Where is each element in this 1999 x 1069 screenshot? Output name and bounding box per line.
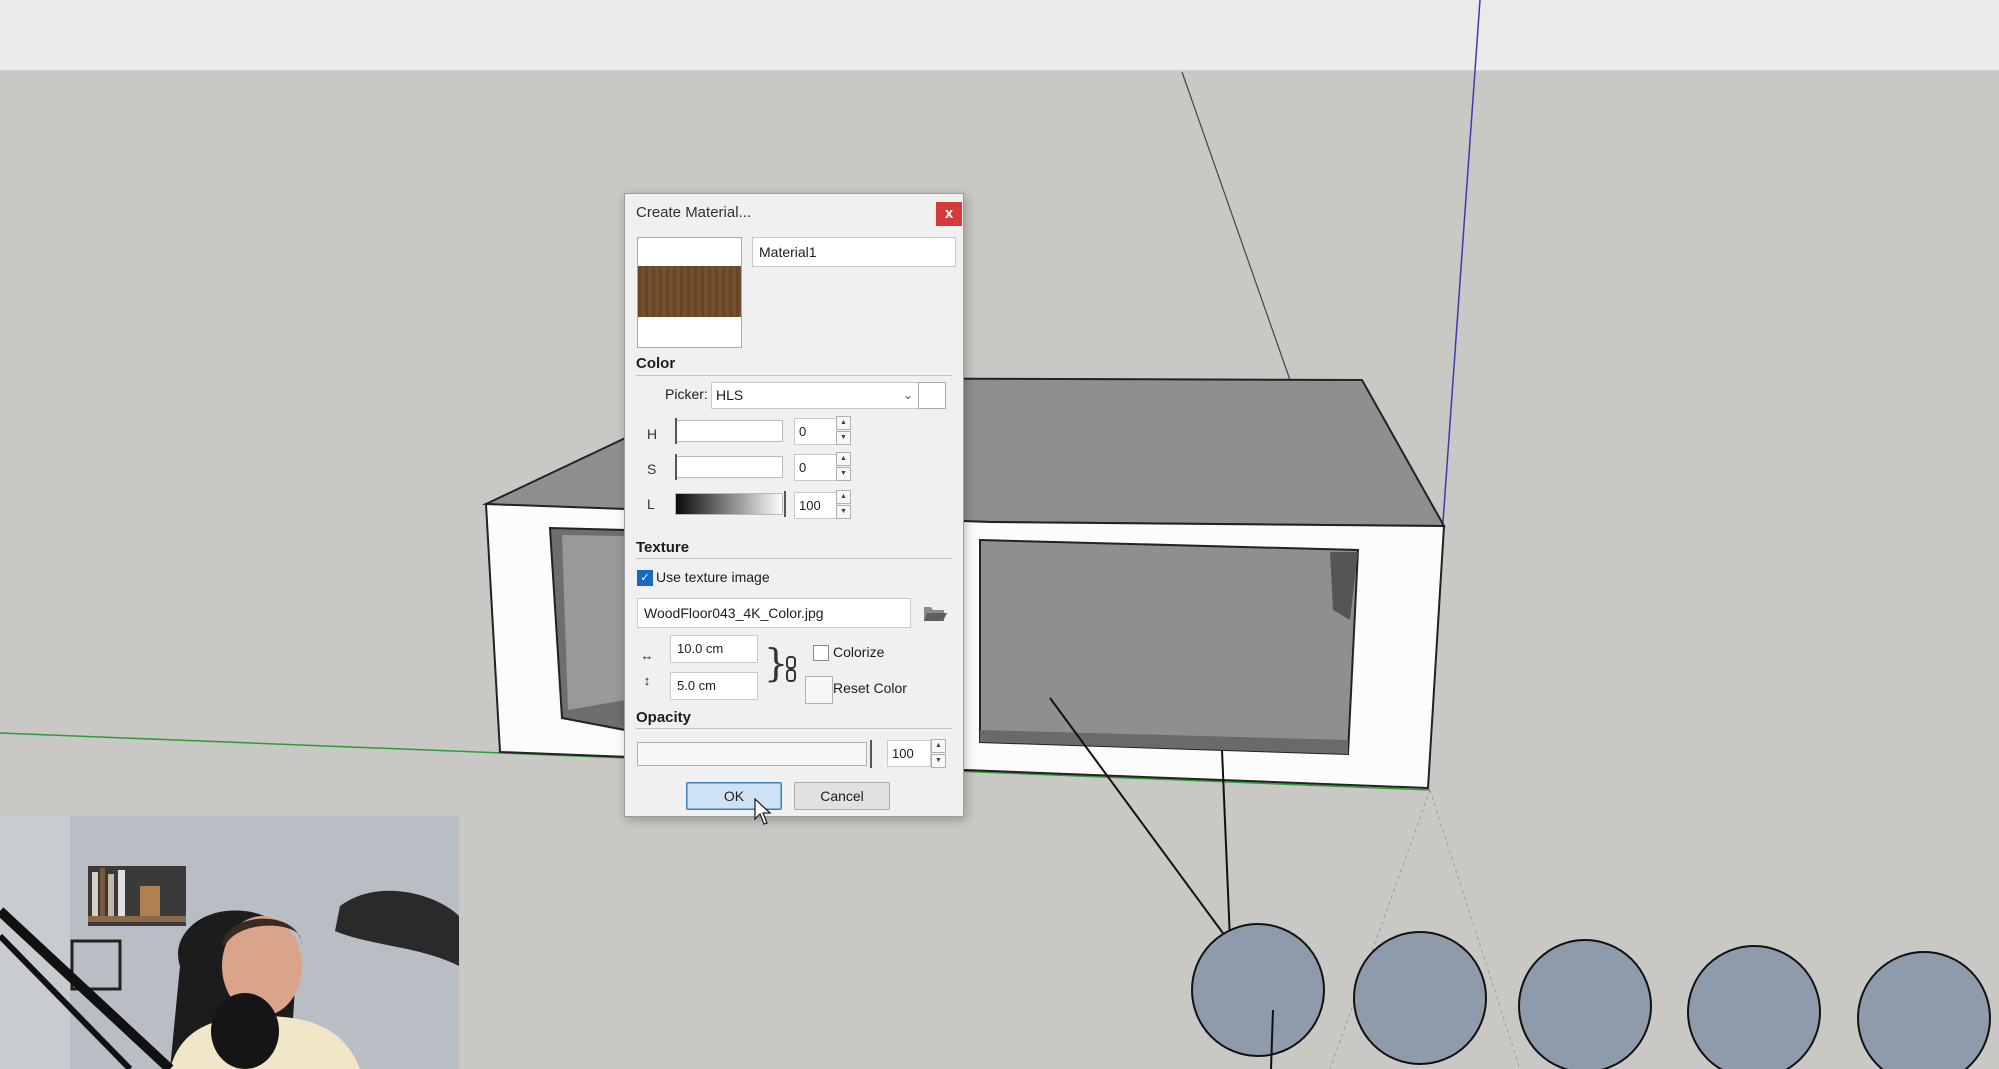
height-arrows-icon: ↕ xyxy=(643,673,651,688)
sphere-1 xyxy=(1191,923,1325,1057)
reset-color-swatch[interactable] xyxy=(805,676,833,704)
h-label: H xyxy=(647,426,658,442)
spin-down-icon[interactable]: ▼ xyxy=(836,467,851,481)
sphere-3 xyxy=(1518,939,1652,1069)
spin-down-icon[interactable]: ▼ xyxy=(931,754,946,768)
colorize-label: Colorize xyxy=(833,644,885,660)
lightness-spinner[interactable]: ▲ ▼ xyxy=(836,490,851,519)
opacity-section-label: Opacity xyxy=(636,709,692,726)
close-button[interactable]: x xyxy=(936,202,962,226)
saturation-input[interactable]: 0 xyxy=(794,454,838,481)
dialog-title: Create Material... xyxy=(636,204,752,221)
picker-select[interactable]: HLS ⌄ xyxy=(711,382,920,409)
saturation-slider[interactable] xyxy=(675,454,783,480)
slider-thumb[interactable] xyxy=(675,454,677,480)
texture-section-label: Texture xyxy=(636,539,690,556)
webcam-scene xyxy=(0,816,459,1069)
texture-divider xyxy=(636,558,952,559)
slider-thumb[interactable] xyxy=(784,491,786,517)
chevron-down-icon: ⌄ xyxy=(902,388,913,402)
right-opening xyxy=(979,538,1360,756)
color-section-label: Color xyxy=(636,355,676,372)
picker-value: HLS xyxy=(716,387,744,403)
saturation-spinner[interactable]: ▲ ▼ xyxy=(836,452,851,481)
webcam-overlay xyxy=(0,816,459,1069)
width-arrows-icon: ↔ xyxy=(640,648,654,663)
left-opening-inner xyxy=(562,535,625,710)
hue-slider[interactable] xyxy=(675,418,783,444)
create-material-dialog: Create Material... x Material1 Color Pic… xyxy=(624,193,964,817)
hue-spinner[interactable]: ▲ ▼ xyxy=(836,416,851,445)
use-texture-checkbox[interactable]: ✓ xyxy=(637,570,653,586)
opacity-spinner[interactable]: ▲ ▼ xyxy=(931,739,946,768)
opacity-divider xyxy=(636,728,952,729)
use-texture-label: Use texture image xyxy=(656,569,770,585)
s-label: S xyxy=(647,461,657,477)
sphere-4 xyxy=(1687,945,1821,1069)
material-preview xyxy=(637,237,742,348)
spin-down-icon[interactable]: ▼ xyxy=(836,431,851,445)
mouse-cursor-icon xyxy=(754,798,772,825)
slider-thumb[interactable] xyxy=(675,418,677,444)
lightness-slider[interactable] xyxy=(675,491,786,517)
reset-color-label[interactable]: Reset Color xyxy=(833,680,907,696)
sphere-5 xyxy=(1857,951,1991,1069)
picker-label: Picker: xyxy=(665,386,708,402)
colorize-checkbox[interactable] xyxy=(813,645,829,661)
cancel-button[interactable]: Cancel xyxy=(794,782,890,810)
spin-up-icon[interactable]: ▲ xyxy=(836,452,851,466)
opacity-slider[interactable] xyxy=(637,740,872,768)
color-divider xyxy=(636,375,952,376)
chain-lock-icon[interactable] xyxy=(785,656,797,682)
sphere-2 xyxy=(1353,931,1487,1065)
hue-input[interactable]: 0 xyxy=(794,418,838,445)
texture-swatch xyxy=(638,266,741,317)
spin-up-icon[interactable]: ▲ xyxy=(836,490,851,504)
color-swatch[interactable] xyxy=(918,382,946,409)
folder-open-icon[interactable] xyxy=(922,602,948,624)
opacity-input[interactable]: 100 xyxy=(887,740,931,767)
spin-up-icon[interactable]: ▲ xyxy=(836,416,851,430)
l-label: L xyxy=(647,496,655,512)
texture-width-input[interactable]: 10.0 cm xyxy=(670,635,758,663)
guide-line xyxy=(1181,71,1291,381)
texture-height-input[interactable]: 5.0 cm xyxy=(670,672,758,700)
lightness-input[interactable]: 100 xyxy=(794,492,838,519)
material-name-input[interactable]: Material1 xyxy=(752,237,956,267)
texture-file-input[interactable]: WoodFloor043_4K_Color.jpg xyxy=(637,598,911,628)
slider-thumb[interactable] xyxy=(870,740,872,768)
spin-up-icon[interactable]: ▲ xyxy=(931,739,946,753)
spin-down-icon[interactable]: ▼ xyxy=(836,505,851,519)
